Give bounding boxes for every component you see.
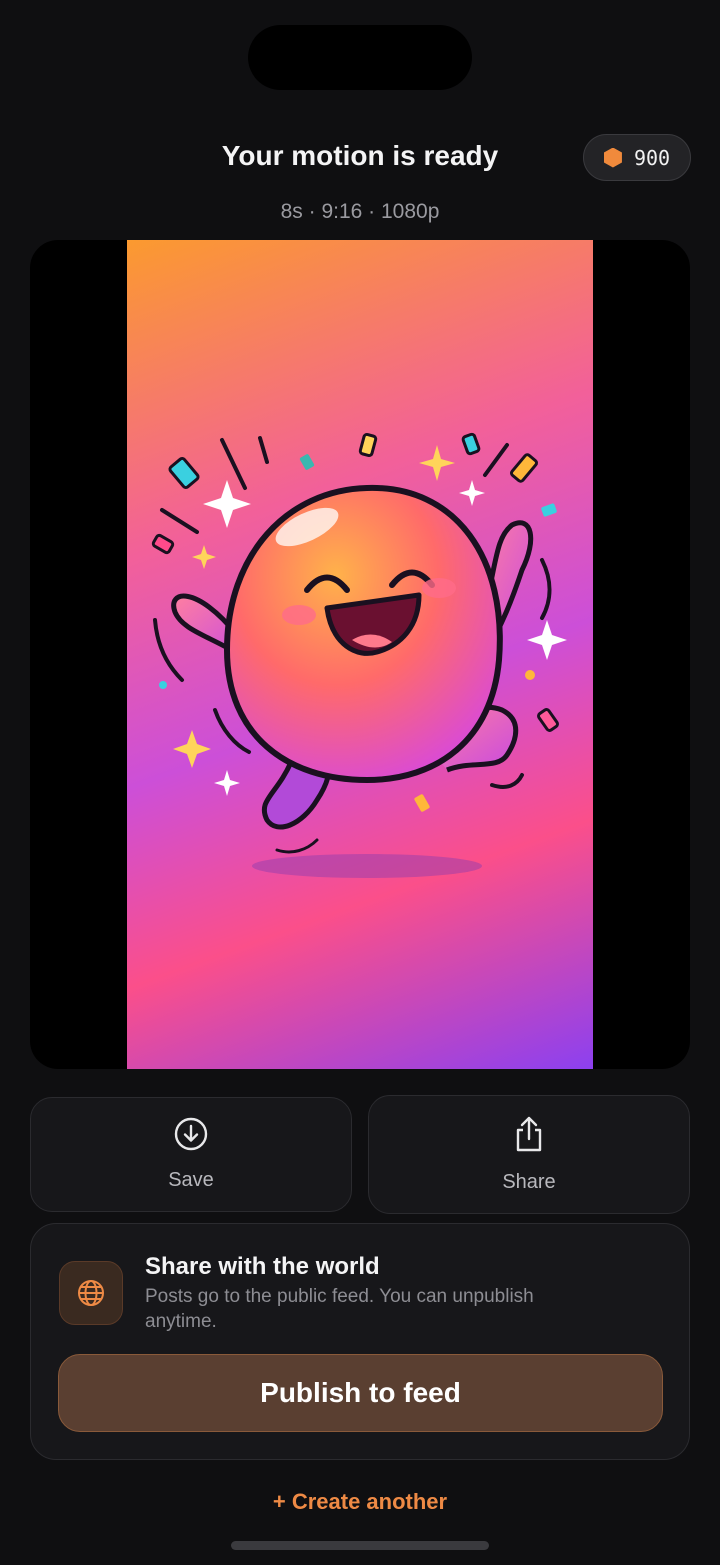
hexagon-coin-icon [603, 147, 622, 168]
credits-badge[interactable]: 900 [583, 134, 691, 181]
video-player[interactable] [30, 240, 690, 1069]
globe-icon-box [59, 1261, 123, 1325]
video-preview[interactable] [127, 240, 593, 1069]
share-world-description: Posts go to the public feed. You can unp… [145, 1286, 534, 1332]
share-world-card: Share with the world Posts go to the pub… [30, 1223, 690, 1460]
create-another-button[interactable]: + Create another [0, 1489, 720, 1515]
save-label: Save [168, 1169, 214, 1191]
publish-to-feed-button[interactable]: Publish to feed [58, 1354, 663, 1432]
share-world-title: Share with the world [145, 1253, 380, 1280]
video-meta: 8s · 9:16 · 1080p [280, 200, 440, 223]
share-label: Share [502, 1171, 556, 1193]
home-indicator[interactable] [231, 1541, 489, 1550]
download-circle-icon [174, 1117, 208, 1151]
dynamic-island [248, 25, 472, 90]
share-upload-icon [516, 1116, 542, 1152]
credits-count: 900 [633, 145, 671, 170]
share-button[interactable]: Share [368, 1095, 690, 1214]
save-button[interactable]: Save [30, 1097, 352, 1212]
mascot-illustration [151, 432, 567, 878]
globe-icon [78, 1280, 104, 1306]
